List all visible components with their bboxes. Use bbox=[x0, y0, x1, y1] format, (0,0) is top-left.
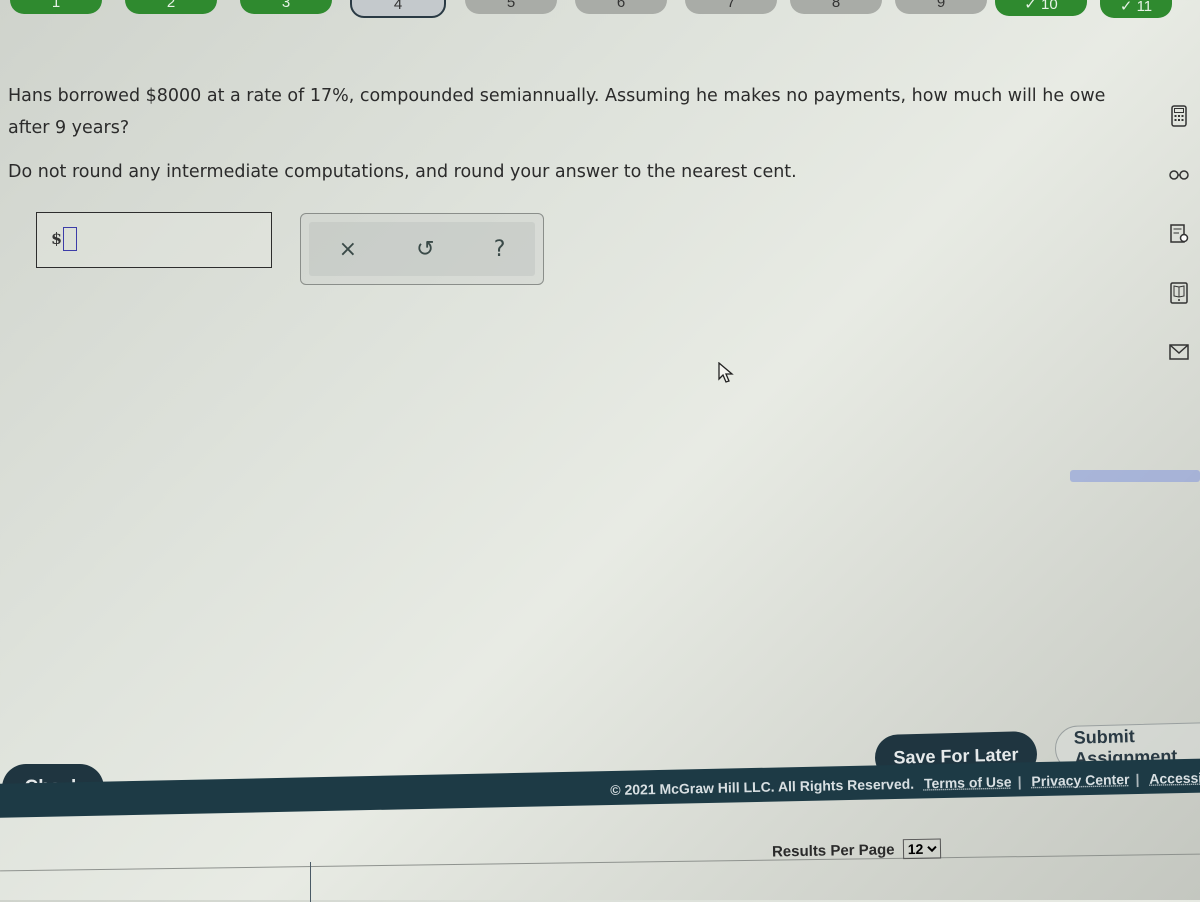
terms-of-use-link[interactable]: Terms of Use bbox=[924, 774, 1012, 792]
glasses-icon[interactable] bbox=[1168, 164, 1190, 186]
question-nav-7[interactable]: 7 bbox=[685, 0, 777, 14]
accessibility-link[interactable]: Accessibility bbox=[1149, 769, 1200, 787]
question-nav-4[interactable]: 4 bbox=[350, 0, 446, 18]
mouse-cursor-icon bbox=[718, 361, 736, 388]
question-nav-6[interactable]: 6 bbox=[575, 0, 667, 14]
message-icon[interactable] bbox=[1168, 341, 1190, 363]
privacy-center-link[interactable]: Privacy Center bbox=[1031, 771, 1129, 789]
question-nav-10[interactable]: ✓ 10 bbox=[995, 0, 1087, 16]
progress-indicator bbox=[1070, 470, 1200, 482]
question-nav-11[interactable]: ✓ 11 bbox=[1100, 0, 1172, 18]
help-icon[interactable]: ? bbox=[494, 237, 506, 262]
footer-separator: | bbox=[1135, 770, 1140, 788]
undo-icon[interactable]: ↺ bbox=[416, 237, 434, 262]
ebook-icon[interactable] bbox=[1168, 282, 1190, 304]
answer-box: $ bbox=[36, 212, 272, 268]
question-nav-2[interactable]: 2 bbox=[125, 0, 217, 14]
answer-input[interactable] bbox=[63, 227, 77, 251]
question-nav-5[interactable]: 5 bbox=[465, 0, 557, 14]
results-per-page: Results Per Page 12 bbox=[771, 838, 941, 862]
question-text: Hans borrowed $8000 at a rate of 17%, co… bbox=[8, 86, 1106, 138]
reference-icon[interactable] bbox=[1168, 223, 1190, 245]
copyright-text: © 2021 McGraw Hill LLC. All Rights Reser… bbox=[610, 775, 915, 799]
results-per-page-label: Results Per Page bbox=[771, 841, 895, 861]
results-per-page-select[interactable]: 12 bbox=[902, 838, 941, 860]
footer-separator: | bbox=[1017, 773, 1022, 790]
side-toolbar bbox=[1168, 105, 1196, 400]
dollar-prefix: $ bbox=[51, 229, 63, 248]
clear-icon[interactable]: × bbox=[339, 237, 357, 262]
footer-bar: © 2021 McGraw Hill LLC. All Rights Reser… bbox=[0, 758, 1200, 818]
question-nav-8[interactable]: 8 bbox=[790, 0, 882, 14]
question-nav-1[interactable]: 1 bbox=[10, 0, 102, 14]
divider bbox=[0, 853, 1200, 872]
answer-tools: × ↺ ? bbox=[300, 213, 544, 285]
question-instruction: Do not round any intermediate computatio… bbox=[8, 162, 797, 182]
question-nav-9[interactable]: 9 bbox=[895, 0, 987, 14]
divider-vertical bbox=[310, 862, 311, 902]
question-nav-3[interactable]: 3 bbox=[240, 0, 332, 14]
question-navigation: 1 2 3 4 5 6 7 8 9 ✓ 10 ✓ 11 bbox=[0, 0, 1200, 18]
question-panel: Hans borrowed $8000 at a rate of 17%, co… bbox=[8, 80, 1118, 188]
calculator-icon[interactable] bbox=[1168, 105, 1190, 127]
